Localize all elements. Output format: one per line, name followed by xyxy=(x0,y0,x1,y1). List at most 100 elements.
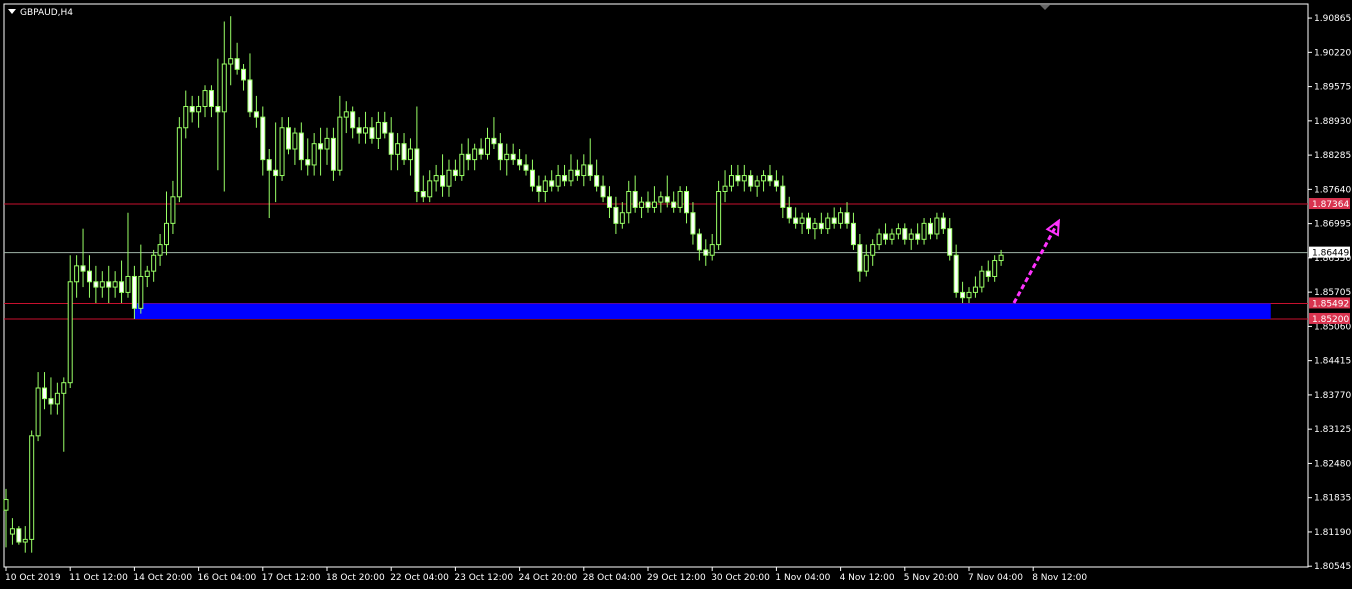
candle xyxy=(574,159,580,181)
candle-body-bull xyxy=(863,254,869,272)
candle-body-bear xyxy=(356,127,362,134)
candle-body-bear xyxy=(208,90,214,108)
candle xyxy=(478,138,484,160)
candle xyxy=(799,212,805,234)
candle xyxy=(138,244,144,314)
support-zone[interactable] xyxy=(134,303,1271,319)
candle xyxy=(382,111,388,139)
chart-frame xyxy=(3,3,1309,568)
candle-body-bull xyxy=(61,382,67,394)
arrow-shaft[interactable] xyxy=(1012,219,1061,304)
arrow-head-icon[interactable] xyxy=(1045,218,1061,237)
candle xyxy=(684,186,690,224)
time-axis[interactable]: 10 Oct 2019 11 Oct 12:00 14 Oct 20:00 16 Oc… xyxy=(5,567,1087,583)
candle-body-bull xyxy=(870,244,876,256)
candle-body-bull xyxy=(427,180,433,198)
x-tick-label: 16 Oct 04:00 xyxy=(198,573,257,583)
candle-body-bull xyxy=(934,217,940,235)
candle-body-bull xyxy=(651,201,657,208)
candle xyxy=(619,202,625,229)
candle xyxy=(99,271,105,298)
candle-body-bear xyxy=(767,175,773,182)
x-tick-label: 11 Oct 12:00 xyxy=(69,573,128,583)
candle-body-bull xyxy=(761,175,767,182)
x-tick-label: 30 Oct 20:00 xyxy=(711,573,770,583)
candle xyxy=(966,287,972,304)
plot-border xyxy=(3,3,1309,568)
price-tag-label: 1.86449 xyxy=(1312,249,1349,259)
candle xyxy=(773,170,779,192)
y-tick-label: 1.83125 xyxy=(1314,425,1351,435)
candle xyxy=(337,95,343,176)
y-tick-label: 1.88930 xyxy=(1314,117,1351,127)
candle xyxy=(157,233,163,266)
candle-body-bull xyxy=(292,132,298,150)
candle-body-bear xyxy=(850,222,856,246)
candle xyxy=(927,218,933,240)
candle-body-bear xyxy=(106,281,112,288)
candle-body-bear xyxy=(305,159,311,166)
candle xyxy=(234,42,240,75)
candle xyxy=(671,191,677,213)
price-tag-label: 1.85492 xyxy=(1312,299,1349,309)
candle xyxy=(934,212,940,240)
candle-body-bull xyxy=(677,190,683,208)
candle xyxy=(806,212,811,234)
candle xyxy=(722,170,728,203)
candle xyxy=(215,58,221,171)
support-zone-rect[interactable] xyxy=(134,303,1271,319)
candle-body-bull xyxy=(54,392,60,405)
candle xyxy=(908,228,914,250)
price-axis[interactable]: 1.90865 1.90220 1.89575 1.88930 1.88285 1.876… xyxy=(1308,14,1351,572)
candle xyxy=(985,260,991,282)
candle-body-bull xyxy=(966,291,972,299)
candle xyxy=(3,488,9,548)
candle-body-bull xyxy=(228,58,234,65)
candle xyxy=(305,138,311,176)
y-tick-label: 1.90865 xyxy=(1314,14,1351,24)
candle xyxy=(568,154,574,187)
candle-body-bear xyxy=(536,185,542,192)
candle xyxy=(318,127,324,176)
candle-body-bear xyxy=(93,281,99,288)
projection-arrow[interactable] xyxy=(1012,218,1061,304)
candle xyxy=(972,276,978,298)
candle-body-bear xyxy=(529,169,535,187)
candle-body-bear xyxy=(330,137,336,171)
x-tick-label: 10 Oct 2019 xyxy=(5,573,61,583)
candle xyxy=(529,159,535,192)
candle-body-bull xyxy=(183,106,189,129)
candle-body-bear xyxy=(574,169,580,177)
candle-body-bull xyxy=(375,121,381,139)
candle-body-bull xyxy=(921,222,927,240)
chart-header: GBPAUD,H4 xyxy=(8,5,1050,18)
y-tick-label: 1.89575 xyxy=(1314,83,1351,93)
candle xyxy=(594,159,600,192)
candle xyxy=(838,207,844,229)
candle xyxy=(279,117,285,181)
candle-body-bull xyxy=(728,175,734,187)
candle-body-bear xyxy=(940,217,946,230)
candle-body-bull xyxy=(876,233,882,246)
candle-body-bear xyxy=(806,217,811,230)
candle-body-bear xyxy=(215,106,221,113)
candle-body-bear xyxy=(562,175,568,182)
chart-shift-marker-icon[interactable] xyxy=(1040,5,1050,10)
x-tick-label: 23 Oct 12:00 xyxy=(454,573,513,583)
candle-body-bear xyxy=(947,228,953,256)
symbol-menu-icon[interactable] xyxy=(8,9,16,14)
candle-body-bear xyxy=(388,132,394,155)
gbpaud-h4-chart[interactable]: 1.90865 1.90220 1.89575 1.88930 1.88285 1.876… xyxy=(0,0,1352,589)
candle-body-bull xyxy=(74,265,80,283)
candle-body-bull xyxy=(639,201,645,208)
candle-body-bear xyxy=(478,148,484,155)
candle-body-bull xyxy=(504,153,510,161)
candle xyxy=(176,117,182,203)
candle-body-bull xyxy=(825,217,831,230)
candle-body-bull xyxy=(67,281,73,384)
candle xyxy=(767,164,773,187)
candle xyxy=(93,265,99,304)
candle-body-bear xyxy=(80,265,86,272)
candles xyxy=(3,16,1004,553)
candle-body-bull xyxy=(138,275,144,309)
